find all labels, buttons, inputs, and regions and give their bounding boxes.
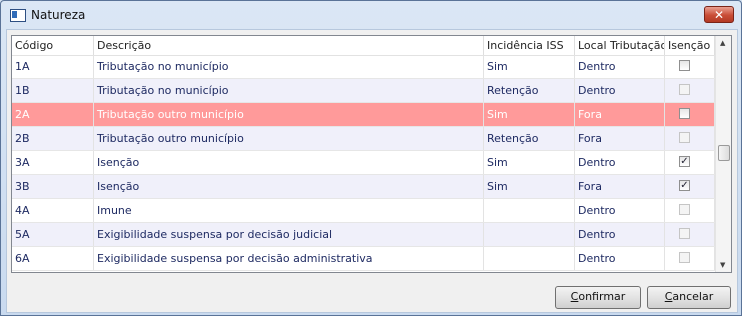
natureza-grid[interactable]: Código Descrição Incidência ISS Local Tr… — [11, 35, 732, 273]
checkbox-unchecked[interactable] — [679, 84, 690, 95]
cell-isencao — [665, 103, 715, 126]
cell-descricao: Exigibilidade suspensa por decisão judic… — [94, 223, 484, 246]
cell-codigo: 3B — [12, 175, 94, 198]
cell-descricao: Exigibilidade suspensa por decisão admin… — [94, 247, 484, 270]
cell-descricao: Tributação no município — [94, 55, 484, 78]
table-row[interactable]: 4A Imune Dentro — [12, 199, 715, 223]
cell-codigo: 5A — [12, 223, 94, 246]
cell-isencao: ✓ — [665, 151, 715, 174]
cell-local: Dentro — [575, 151, 665, 174]
confirm-label: onfirmar — [578, 290, 626, 303]
window-title: Natureza — [31, 8, 86, 22]
natureza-dialog: Natureza ✕ Código Descrição Incidência I… — [0, 0, 742, 316]
scroll-down-icon[interactable]: ▼ — [720, 261, 725, 269]
cell-descricao: Isenção — [94, 175, 484, 198]
dialog-body: Código Descrição Incidência ISS Local Tr… — [6, 29, 738, 313]
cell-local: Dentro — [575, 199, 665, 222]
column-header-incidencia[interactable]: Incidência ISS — [484, 36, 575, 55]
cell-incidencia: Retenção — [484, 127, 575, 150]
checkbox-checked[interactable]: ✓ — [679, 180, 690, 191]
scroll-up-icon[interactable]: ▲ — [720, 39, 725, 47]
cell-incidencia: Retenção — [484, 79, 575, 102]
checkbox-unchecked[interactable] — [679, 132, 690, 143]
cell-local: Fora — [575, 127, 665, 150]
cancel-button[interactable]: Cancelar — [647, 286, 731, 309]
cell-isencao: ✓ — [665, 175, 715, 198]
table-row[interactable]: 1B Tributação no município Retenção Dentro — [12, 79, 715, 103]
vertical-scrollbar[interactable]: ▲ ▼ — [715, 36, 731, 272]
cell-codigo: 1A — [12, 55, 94, 78]
cell-incidencia: Sim — [484, 175, 575, 198]
cell-isencao — [665, 79, 715, 102]
checkbox-unchecked[interactable] — [679, 108, 690, 119]
cell-incidencia: Sim — [484, 103, 575, 126]
cell-incidencia: Sim — [484, 151, 575, 174]
cell-local: Dentro — [575, 79, 665, 102]
table-row[interactable]: 6A Exigibilidade suspensa por decisão adm… — [12, 247, 715, 271]
cell-incidencia — [484, 247, 575, 270]
cell-local: Fora — [575, 175, 665, 198]
table-row[interactable]: 2A Tributação outro município Sim Fora — [12, 103, 715, 127]
checkbox-unchecked[interactable] — [679, 60, 690, 71]
column-header-descricao[interactable]: Descrição — [94, 36, 484, 55]
table-row[interactable]: 2B Tributação outro município Retenção Fora — [12, 127, 715, 151]
column-header-isencao[interactable]: Isenção — [665, 36, 715, 55]
cell-descricao: Tributação outro município — [94, 127, 484, 150]
cancel-label: ancelar — [672, 290, 714, 303]
cell-isencao — [665, 127, 715, 150]
cell-codigo: 6A — [12, 247, 94, 270]
title-bar: Natureza ✕ — [1, 1, 741, 31]
cell-local: Dentro — [575, 223, 665, 246]
cell-descricao: Tributação outro município — [94, 103, 484, 126]
table-row[interactable]: 1A Tributação no município Sim Dentro — [12, 55, 715, 79]
confirm-button[interactable]: Confirmar — [555, 286, 641, 309]
checkbox-checked[interactable]: ✓ — [679, 156, 690, 167]
scroll-thumb[interactable] — [718, 145, 730, 161]
cell-isencao — [665, 55, 715, 78]
cell-descricao: Tributação no município — [94, 79, 484, 102]
column-header-codigo[interactable]: Código — [12, 36, 94, 55]
cell-isencao — [665, 199, 715, 222]
checkbox-unchecked[interactable] — [679, 204, 690, 215]
cell-codigo: 2B — [12, 127, 94, 150]
cell-codigo: 2A — [12, 103, 94, 126]
cell-incidencia — [484, 199, 575, 222]
cell-local: Fora — [575, 103, 665, 126]
cell-local: Dentro — [575, 55, 665, 78]
checkbox-unchecked[interactable] — [679, 228, 690, 239]
cell-isencao — [665, 223, 715, 246]
cell-incidencia: Sim — [484, 55, 575, 78]
table-row[interactable]: 3B Isenção Sim Fora ✓ — [12, 175, 715, 199]
cell-codigo: 1B — [12, 79, 94, 102]
cell-incidencia — [484, 223, 575, 246]
cell-descricao: Isenção — [94, 151, 484, 174]
table-row[interactable]: 3A Isenção Sim Dentro ✓ — [12, 151, 715, 175]
cell-codigo: 4A — [12, 199, 94, 222]
column-header-local[interactable]: Local Tributação — [575, 36, 665, 55]
cell-local: Dentro — [575, 247, 665, 270]
table-row[interactable]: 5A Exigibilidade suspensa por decisão jud… — [12, 223, 715, 247]
checkbox-unchecked[interactable] — [679, 252, 690, 263]
cell-isencao — [665, 247, 715, 270]
close-button[interactable]: ✕ — [704, 6, 734, 23]
cell-codigo: 3A — [12, 151, 94, 174]
window-app-icon — [10, 9, 26, 22]
grid-header: Código Descrição Incidência ISS Local Tr… — [12, 36, 715, 56]
cell-descricao: Imune — [94, 199, 484, 222]
